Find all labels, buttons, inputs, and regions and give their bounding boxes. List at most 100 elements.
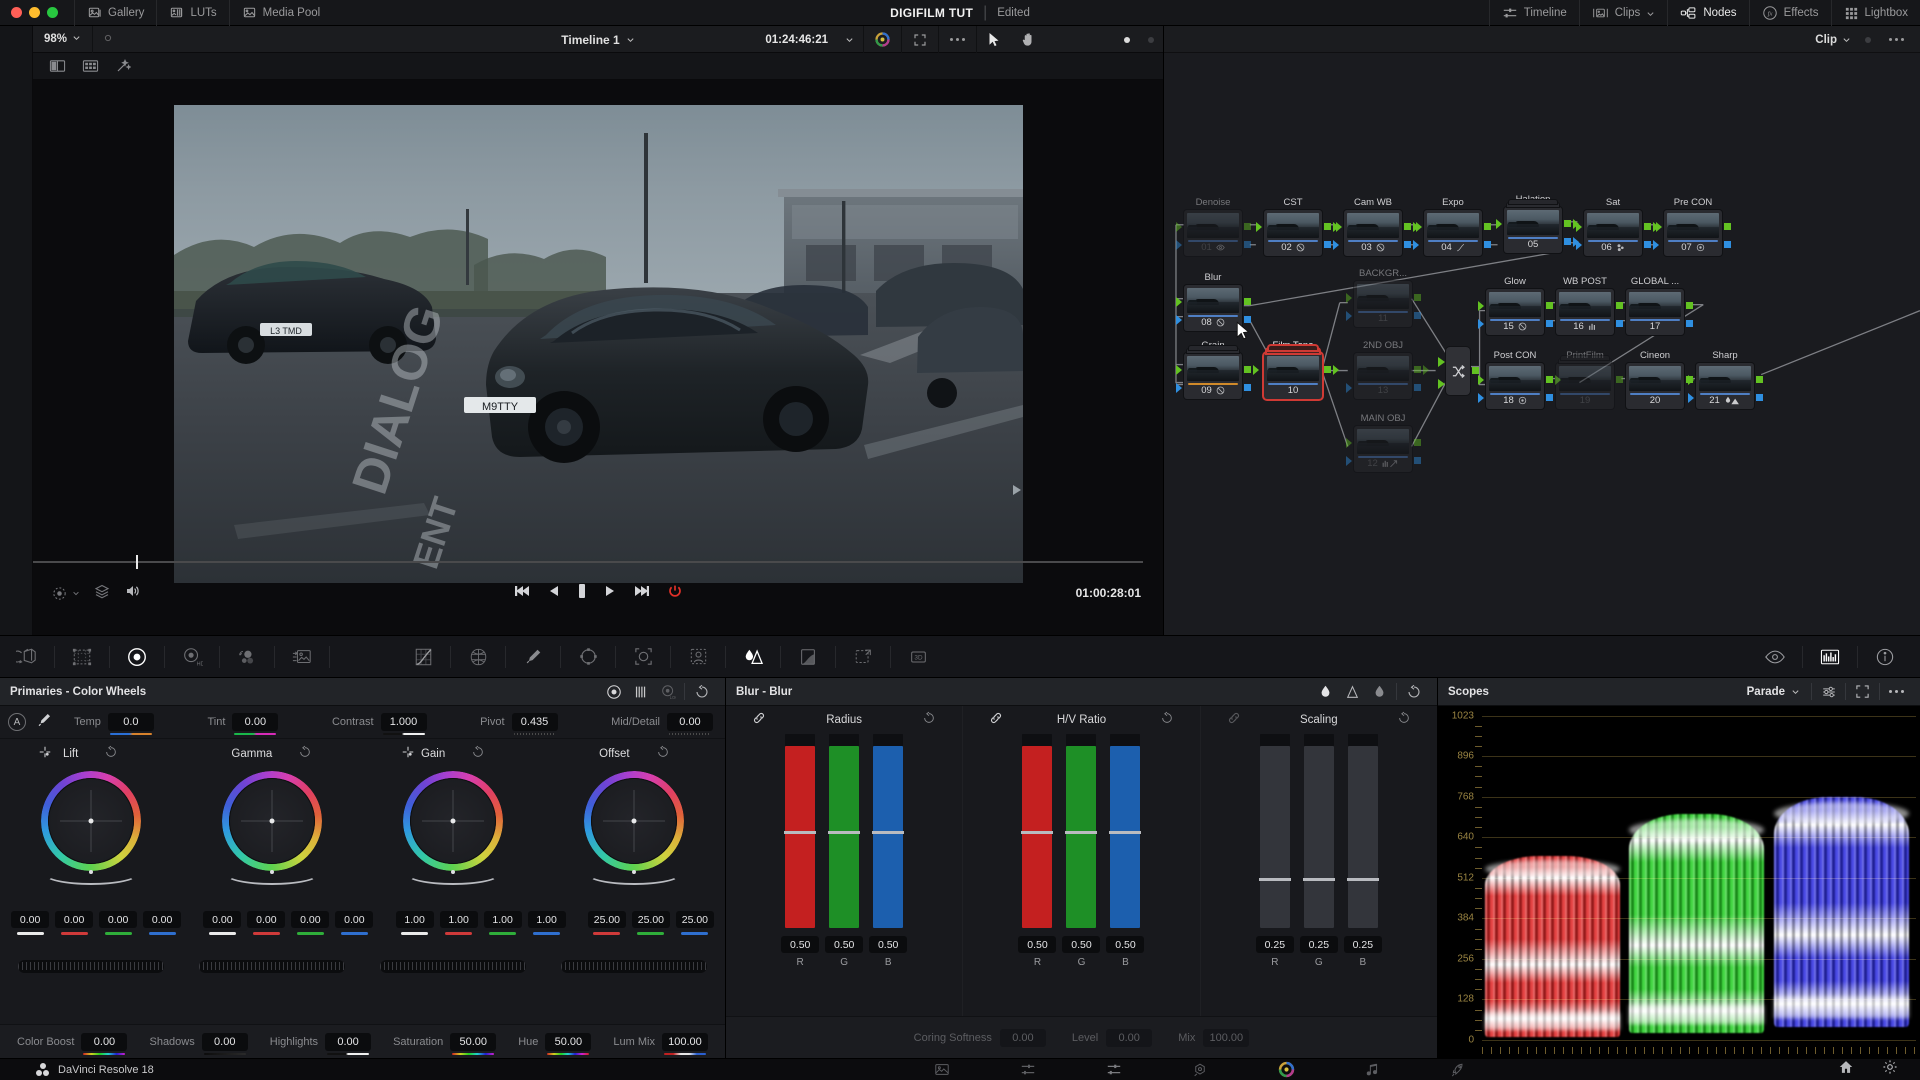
node-input-green-06[interactable] bbox=[1576, 222, 1582, 232]
clips-toggle-button[interactable]: Clips bbox=[1578, 0, 1668, 26]
channel-underline-w[interactable] bbox=[401, 932, 429, 935]
wheel-reset-icon-gain[interactable] bbox=[471, 745, 485, 764]
node-09[interactable]: Grain09 bbox=[1176, 340, 1259, 399]
param-value-field[interactable]: 0.00 bbox=[81, 1032, 128, 1055]
channel-underline-g[interactable] bbox=[296, 932, 324, 935]
node-input-green-12[interactable] bbox=[1346, 438, 1352, 448]
bar-handle[interactable] bbox=[1065, 830, 1098, 834]
node-output-green-07[interactable] bbox=[1724, 223, 1731, 230]
node-input-blue-08[interactable] bbox=[1176, 315, 1182, 325]
node-08[interactable]: Blur 08 bbox=[1176, 272, 1251, 331]
effects-toggle-button[interactable]: fx Effects bbox=[1748, 0, 1831, 26]
node-output-blue-15[interactable] bbox=[1546, 320, 1553, 327]
node-output-green-13[interactable] bbox=[1414, 366, 1421, 373]
node-output-green-21[interactable] bbox=[1756, 376, 1763, 383]
param-slider-track[interactable] bbox=[452, 1052, 495, 1055]
value-field[interactable]: 0.00 bbox=[203, 911, 242, 928]
node-output-green-08[interactable] bbox=[1244, 298, 1251, 305]
blur-bar-h-v-ratio-R[interactable] bbox=[1021, 734, 1054, 928]
node-body-21[interactable]: 21 bbox=[1688, 363, 1763, 409]
scopes-icon[interactable] bbox=[1803, 635, 1857, 678]
node-16[interactable]: WB POST 16 bbox=[1556, 276, 1631, 335]
reset-icon-h-v-ratio[interactable] bbox=[1160, 711, 1174, 730]
timecode-dropdown[interactable] bbox=[836, 26, 863, 53]
node-output-green-01[interactable] bbox=[1244, 223, 1251, 230]
bar-handle[interactable] bbox=[872, 830, 905, 834]
channel-underline-r[interactable] bbox=[593, 932, 621, 935]
node-output-green-12[interactable] bbox=[1414, 439, 1421, 446]
node-input-blue-18[interactable] bbox=[1478, 393, 1484, 403]
wheel-picker-icon-gain[interactable] bbox=[401, 745, 415, 764]
node-input-green-08[interactable] bbox=[1176, 297, 1182, 307]
value-field[interactable]: 0.00 bbox=[99, 911, 138, 928]
lightbox-toggle-button[interactable]: Lightbox bbox=[1830, 0, 1920, 26]
eyedropper-icon[interactable] bbox=[36, 712, 52, 733]
value-field[interactable]: 1.00 bbox=[439, 911, 478, 928]
value-field[interactable]: 0.00 bbox=[291, 911, 330, 928]
param-slider-track[interactable] bbox=[234, 733, 277, 735]
param-value-field[interactable]: 0.00 bbox=[325, 1032, 372, 1055]
node-18[interactable]: Post CON 18 bbox=[1478, 350, 1561, 409]
node-input-green-15[interactable] bbox=[1478, 301, 1484, 311]
value-field[interactable]: 0.50 bbox=[1062, 936, 1101, 953]
link-icon-h-v-ratio[interactable] bbox=[989, 711, 1003, 730]
node-input-green-04[interactable] bbox=[1416, 222, 1422, 232]
node-graph-canvas[interactable]: Denoise01CST02Cam WB03Expo04Halation05Sa… bbox=[1164, 53, 1920, 635]
param-value-field[interactable]: 50.00 bbox=[450, 1032, 497, 1055]
node-output-blue-09[interactable] bbox=[1244, 384, 1251, 391]
node-body-20[interactable]: 20 bbox=[1626, 363, 1701, 409]
lift-ridge-slider[interactable] bbox=[17, 959, 164, 973]
magic-mask-icon[interactable] bbox=[671, 635, 725, 678]
color-wheel-gain[interactable] bbox=[403, 771, 504, 885]
wheel-control-dot[interactable] bbox=[450, 818, 456, 824]
color-wheel-offset[interactable] bbox=[584, 771, 685, 885]
wheel-control-dot[interactable] bbox=[631, 818, 637, 824]
primaries-wheels-icon[interactable] bbox=[600, 678, 627, 706]
channel-underline-g[interactable] bbox=[489, 932, 517, 935]
value-field[interactable]: 25.00 bbox=[587, 911, 626, 928]
value-field[interactable]: 25.00 bbox=[675, 911, 714, 928]
node-07[interactable]: Pre CON 07 bbox=[1656, 197, 1731, 256]
wheel-master-knob[interactable] bbox=[632, 870, 637, 874]
param-value-field[interactable]: 1.000 bbox=[380, 713, 427, 735]
fullscreen-icon[interactable] bbox=[901, 26, 938, 53]
param-value-field[interactable]: 0.00 bbox=[999, 1028, 1046, 1047]
magic-wand-icon[interactable] bbox=[107, 58, 139, 74]
timeline-name[interactable]: Timeline 1 bbox=[561, 33, 619, 47]
value-field[interactable]: 0.00 bbox=[11, 911, 50, 928]
node-output-blue-17[interactable] bbox=[1686, 320, 1693, 327]
skip-to-end-icon[interactable] bbox=[633, 584, 651, 603]
luts-button[interactable]: LUTs bbox=[156, 0, 228, 26]
node-output-blue-02[interactable] bbox=[1324, 241, 1331, 248]
wheel-master-knob[interactable] bbox=[269, 870, 274, 874]
playhead[interactable] bbox=[136, 555, 138, 569]
power-window-icon[interactable] bbox=[561, 635, 615, 678]
node-body-08[interactable]: 08 bbox=[1176, 285, 1251, 331]
param-slider-track[interactable] bbox=[668, 733, 711, 735]
viewer-scrubber[interactable] bbox=[33, 555, 1143, 569]
gallery-strip[interactable] bbox=[0, 26, 33, 635]
node-output-blue-11[interactable] bbox=[1414, 312, 1421, 319]
node-input-green-09[interactable] bbox=[1176, 365, 1182, 375]
wheel-master-track[interactable] bbox=[587, 863, 682, 885]
bar-handle[interactable] bbox=[1258, 878, 1291, 882]
channel-underline-b[interactable] bbox=[148, 932, 176, 935]
node-body-05[interactable]: 05 bbox=[1496, 200, 1579, 253]
wheel-reset-icon-gamma[interactable] bbox=[298, 745, 312, 764]
node-output-green-09[interactable] bbox=[1244, 366, 1251, 373]
nodes-toggle-button[interactable]: Nodes bbox=[1667, 0, 1748, 26]
reset-icon[interactable] bbox=[1400, 678, 1427, 706]
deliver-page-icon[interactable] bbox=[1415, 1062, 1501, 1078]
node-output-green-15[interactable] bbox=[1546, 302, 1553, 309]
info-icon[interactable] bbox=[1858, 635, 1912, 678]
bar-handle[interactable] bbox=[1021, 830, 1054, 834]
primaries-bars-icon[interactable] bbox=[627, 678, 654, 706]
mist-mode-icon[interactable] bbox=[1366, 678, 1393, 706]
node-21[interactable]: Sharp 21 bbox=[1688, 350, 1763, 409]
node-output-green-04[interactable] bbox=[1484, 223, 1491, 230]
viewer-page-dot-active[interactable] bbox=[1115, 26, 1139, 53]
node-input-blue-11[interactable] bbox=[1346, 311, 1352, 321]
value-field[interactable]: 0.25 bbox=[1299, 936, 1338, 953]
node-04[interactable]: Expo 04 bbox=[1416, 197, 1491, 256]
node-12[interactable]: MAIN OBJ 12 bbox=[1346, 413, 1421, 472]
